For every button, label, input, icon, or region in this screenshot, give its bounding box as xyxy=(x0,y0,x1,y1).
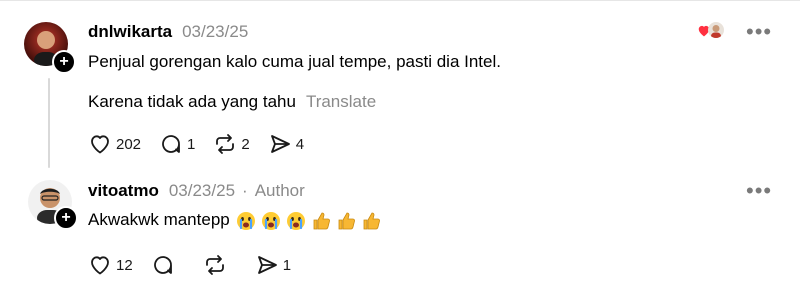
emoji-row xyxy=(236,211,386,231)
post-1-line-1: Penjual gorengan kalo cuma jual tempe, p… xyxy=(88,52,501,71)
thumbs-up-icon xyxy=(311,211,331,231)
more-options-button[interactable]: ••• xyxy=(746,21,772,43)
repost-button[interactable]: 2 xyxy=(213,132,250,156)
repost-count: 2 xyxy=(241,135,250,153)
translate-link[interactable]: Translate xyxy=(306,92,376,111)
post-2-avatar-wrap[interactable]: + xyxy=(28,180,78,230)
follow-plus-icon[interactable]: + xyxy=(54,206,78,230)
send-icon xyxy=(268,132,292,156)
share-count: 4 xyxy=(295,135,305,153)
reply-button[interactable]: 1 xyxy=(159,132,195,156)
heart-icon xyxy=(88,253,112,277)
share-button[interactable]: 4 xyxy=(268,132,304,156)
post-2-actions: 12 1 xyxy=(88,253,309,277)
timestamp[interactable]: 03/23/25 xyxy=(182,22,248,42)
more-options-button[interactable]: ••• xyxy=(746,180,772,202)
post-2-text: Akwakwk mantepp xyxy=(88,210,230,229)
top-divider xyxy=(0,0,800,1)
repost-icon xyxy=(213,132,237,156)
crying-face-icon xyxy=(236,211,256,231)
post-1-line-2-wrap: Karena tidak ada yang tahu Translate xyxy=(88,92,376,112)
post-2-body: Akwakwk mantepp xyxy=(88,210,386,231)
post-2-header: vitoatmo 03/23/25 · Author xyxy=(88,181,305,201)
reply-button[interactable] xyxy=(151,253,175,277)
reply-count: 1 xyxy=(187,135,196,153)
repost-icon xyxy=(203,253,227,277)
reactor-avatar xyxy=(708,22,724,38)
heart-icon xyxy=(88,132,112,156)
like-button[interactable]: 202 xyxy=(88,132,141,156)
thumbs-up-icon xyxy=(361,211,381,231)
crying-face-icon xyxy=(286,211,306,231)
like-count: 12 xyxy=(116,256,133,274)
post-1-line-2: Karena tidak ada yang tahu xyxy=(88,92,296,111)
author-tag: Author xyxy=(254,181,305,200)
thread-line xyxy=(48,78,50,168)
share-count: 1 xyxy=(282,256,292,274)
separator-dot: · xyxy=(242,181,248,200)
comment-icon xyxy=(159,132,183,156)
like-count: 202 xyxy=(116,135,142,153)
crying-face-icon xyxy=(261,211,281,231)
comment-icon xyxy=(151,253,175,277)
thumbs-up-icon xyxy=(336,211,356,231)
follow-plus-icon[interactable]: + xyxy=(52,50,76,74)
send-icon xyxy=(255,253,279,277)
repost-button[interactable] xyxy=(203,253,227,277)
username[interactable]: vitoatmo xyxy=(88,181,159,201)
share-button[interactable]: 1 xyxy=(255,253,291,277)
like-button[interactable]: 12 xyxy=(88,253,133,277)
post-1-avatar-wrap[interactable]: + xyxy=(24,22,76,74)
post-1-header: dnlwikarta 03/23/25 xyxy=(88,22,248,42)
timestamp[interactable]: 03/23/25 xyxy=(169,181,235,201)
username[interactable]: dnlwikarta xyxy=(88,22,172,42)
post-1-actions: 202 1 2 4 xyxy=(88,132,322,156)
